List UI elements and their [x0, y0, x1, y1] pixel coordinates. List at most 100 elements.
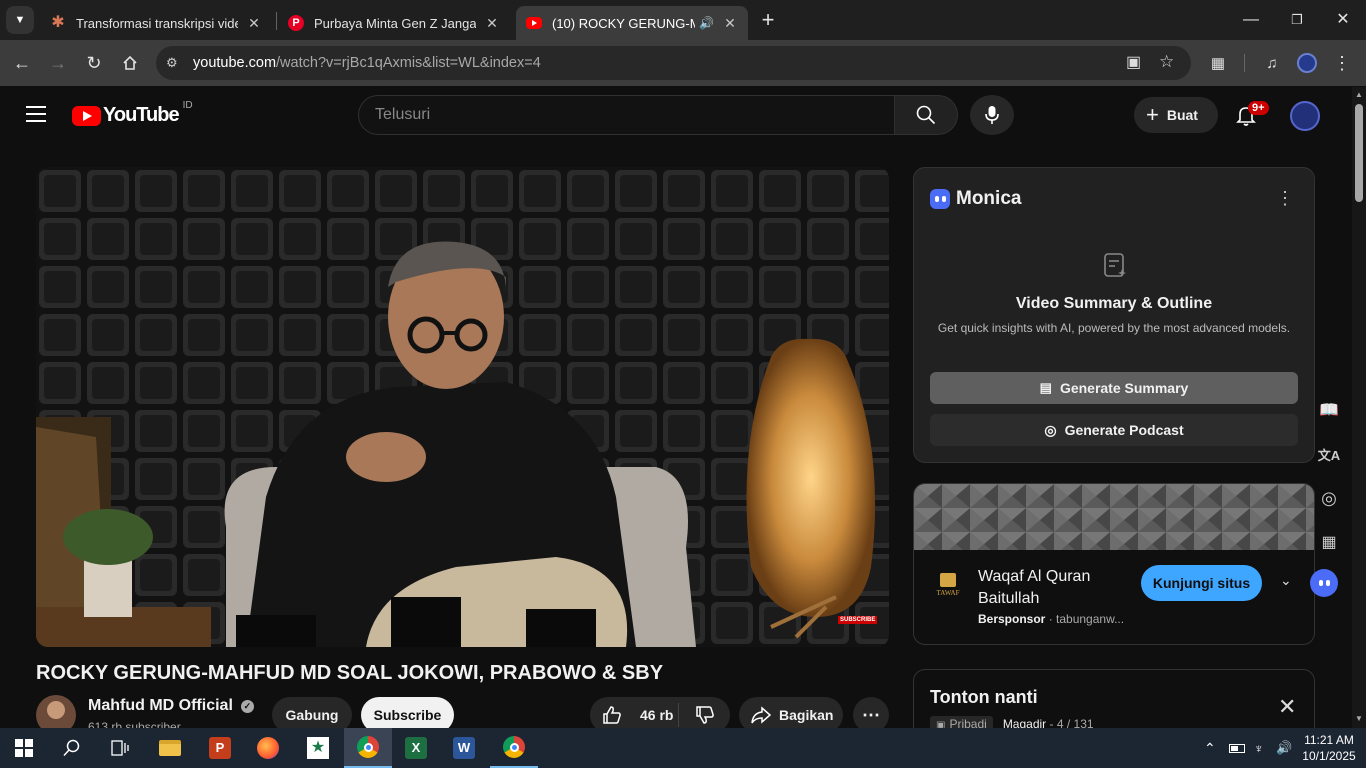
ad-title: Waqaf Al Quran Baitullah — [978, 568, 1091, 607]
taskbar-excel[interactable]: X — [392, 728, 440, 768]
subscribe-watermark: SUBSCRIBE — [838, 616, 878, 624]
generate-podcast-button[interactable]: ◎ Generate Podcast — [930, 414, 1298, 446]
new-tab-button[interactable]: + — [756, 8, 780, 32]
share-arrow-icon — [751, 706, 771, 724]
tab-title: Purbaya Minta Gen Z Jangan Ta — [314, 15, 476, 31]
hamburger-menu-icon[interactable] — [26, 106, 46, 122]
show-hidden-icons[interactable]: ⌃ — [1204, 728, 1216, 768]
visit-site-button[interactable]: Kunjungi situs — [1141, 565, 1262, 601]
home-button[interactable] — [116, 49, 144, 77]
monica-title: Monica — [956, 188, 1022, 209]
tab-title: (10) ROCKY GERUNG-MAHF — [552, 15, 695, 31]
close-playlist-icon[interactable]: ✕ — [1278, 696, 1296, 718]
playlist-title[interactable]: Tonton nanti — [930, 687, 1038, 708]
profile-avatar[interactable] — [1297, 53, 1317, 73]
video-title: ROCKY GERUNG-MAHFUD MD SOAL JOKOWI, PRAB… — [36, 662, 664, 684]
bookmark-star-icon[interactable]: ☆ — [1159, 52, 1174, 72]
close-tab-icon[interactable]: ✕ — [246, 15, 262, 32]
tab-title: Transformasi transkripsi video m — [76, 15, 238, 31]
wifi-icon[interactable]: ♆ — [1254, 728, 1264, 768]
playlist-music-icon: ♫ — [1266, 54, 1278, 72]
sponsored-ad-card[interactable]: TAWAF Waqaf Al Quran Baitullah Bersponso… — [913, 483, 1315, 645]
monica-assistant-icon[interactable] — [1310, 569, 1338, 597]
monica-panel: Monica ⋮ Video Summary & Outline Get qui… — [913, 167, 1315, 463]
translate-icon[interactable]: 文A — [1312, 437, 1346, 471]
summary-subtext: Get quick insights with AI, powered by t… — [937, 321, 1291, 335]
taskbar-firefox[interactable] — [244, 728, 292, 768]
scroll-up-arrow-icon[interactable]: ▲ — [1355, 90, 1363, 99]
address-bar[interactable]: ⚙ youtube.com/watch?v=rjBc1qAxmis&list=W… — [156, 46, 1191, 80]
like-button[interactable]: 46 rb — [590, 705, 678, 725]
forward-button[interactable]: → — [44, 49, 72, 77]
site-info-icon[interactable]: ⚙ — [166, 55, 178, 71]
notifications-button[interactable]: 9+ — [1230, 101, 1269, 131]
microphone-icon — [985, 106, 999, 124]
close-tab-icon[interactable]: ✕ — [484, 15, 500, 32]
document-icon: ▤ — [1039, 380, 1052, 395]
close-tab-icon[interactable]: ✕ — [722, 15, 738, 32]
dislike-button[interactable] — [679, 705, 730, 725]
media-control-button[interactable]: ♫ — [1258, 49, 1286, 77]
tab-search-button[interactable]: ▼ — [6, 6, 34, 34]
scroll-down-arrow-icon[interactable]: ▼ — [1355, 714, 1363, 723]
back-button[interactable]: ← — [8, 49, 36, 77]
taskbar-app-star[interactable]: ★ — [294, 728, 342, 768]
clock[interactable]: 11:21 AM 10/1/2025 — [1300, 728, 1358, 768]
monica-logo-icon — [930, 189, 950, 209]
browser-tab-1[interactable]: ✱ Transformasi transkripsi video m ✕ — [40, 6, 272, 40]
create-button[interactable]: + Buat — [1134, 97, 1218, 133]
pinterest-favicon-icon: P — [288, 15, 304, 31]
start-button[interactable] — [0, 728, 48, 768]
install-app-icon[interactable]: ▣ — [1126, 52, 1141, 72]
chrome-menu-button[interactable]: ⋮ — [1328, 49, 1356, 77]
verified-check-icon: ✓ — [240, 699, 254, 713]
taskbar-file-explorer[interactable] — [146, 728, 194, 768]
channel-name[interactable]: Mahfud MD Official ✓ — [88, 697, 254, 715]
volume-icon[interactable]: 🔊 — [1276, 728, 1292, 768]
taskbar-search-button[interactable] — [48, 728, 96, 768]
youtube-logo[interactable]: YouTube ID — [72, 100, 193, 127]
podcast-icon: ◎ — [1044, 421, 1057, 438]
apps-icon[interactable]: ▦ — [1312, 525, 1346, 559]
youtube-favicon-icon — [526, 17, 542, 29]
excel-icon: X — [405, 737, 427, 759]
speaker-icon[interactable]: 🔊 — [699, 16, 714, 30]
firefox-icon — [257, 737, 279, 759]
search-icon — [916, 105, 936, 125]
clock-time: 11:21 AM — [1304, 733, 1354, 747]
browser-tab-3-active[interactable]: (10) ROCKY GERUNG-MAHF 🔊 ✕ — [516, 6, 748, 40]
expand-chevron-icon[interactable]: ⌄ — [1280, 572, 1292, 589]
youtube-play-icon — [72, 105, 101, 126]
thumbs-up-icon — [603, 706, 621, 724]
folder-icon — [159, 740, 181, 756]
extensions-button[interactable]: ▦ — [1204, 49, 1232, 77]
minimize-button[interactable]: — — [1228, 0, 1274, 40]
monica-menu-icon[interactable]: ⋮ — [1276, 188, 1294, 209]
scrollbar-thumb[interactable] — [1355, 104, 1363, 202]
chrome-icon — [357, 736, 379, 758]
browser-tab-2[interactable]: P Purbaya Minta Gen Z Jangan Ta ✕ — [278, 6, 510, 40]
task-view-button[interactable] — [96, 728, 144, 768]
page-scrollbar[interactable]: ▲ ▼ — [1352, 87, 1366, 728]
voice-search-button[interactable] — [970, 95, 1014, 135]
ad-brand-logo: TAWAF — [930, 567, 966, 603]
kaaba-icon — [940, 573, 956, 587]
restore-button[interactable]: ❐ — [1274, 0, 1320, 40]
taskbar-chrome-profile[interactable] — [490, 728, 538, 768]
search-button[interactable] — [894, 95, 958, 135]
plus-icon: + — [1146, 102, 1159, 127]
notification-badge: 9+ — [1248, 101, 1269, 115]
browser-toolbar: ← → ↻ ⚙ youtube.com/watch?v=rjBc1qAxmis&… — [0, 40, 1366, 86]
taskbar-word[interactable]: W — [440, 728, 488, 768]
reader-mode-icon[interactable]: 📖 — [1312, 393, 1346, 427]
podcast-rail-icon[interactable]: ◎ — [1312, 481, 1346, 515]
reload-button[interactable]: ↻ — [80, 49, 108, 77]
close-window-button[interactable]: ✕ — [1320, 0, 1366, 40]
account-avatar[interactable] — [1290, 101, 1320, 131]
battery-icon[interactable] — [1229, 728, 1245, 768]
search-input[interactable]: Telusuri — [358, 95, 895, 135]
taskbar-chrome[interactable] — [344, 728, 392, 768]
taskbar-powerpoint[interactable]: P — [196, 728, 244, 768]
generate-summary-button[interactable]: ▤ Generate Summary — [930, 372, 1298, 404]
video-player[interactable]: SUBSCRIBE — [36, 167, 889, 647]
